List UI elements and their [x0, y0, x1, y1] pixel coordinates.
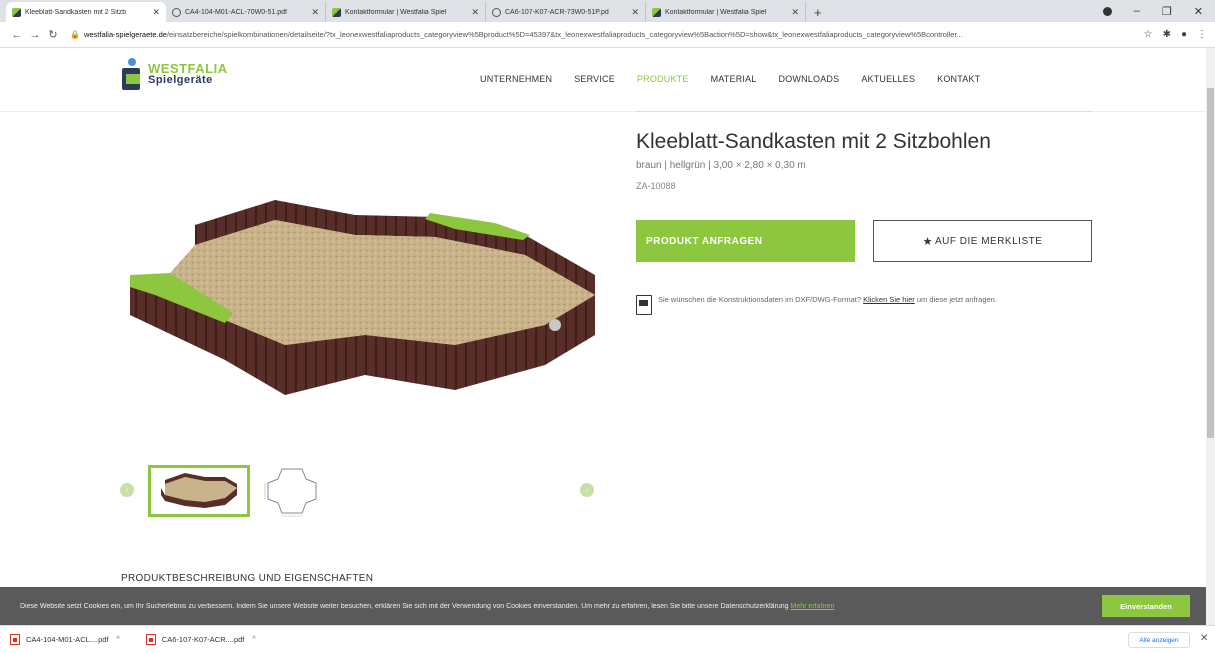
address-bar[interactable]: 🔒 westfalia-spielgeraete.de/einsatzberei…: [70, 26, 1136, 44]
nav-item-material[interactable]: MATERIAL: [711, 74, 757, 84]
thumbnail-drawing-image: [264, 468, 317, 517]
nav-item-unternehmen[interactable]: UNTERNEHMEN: [480, 74, 552, 84]
menu-icon[interactable]: ⋮: [1197, 29, 1207, 40]
chevron-up-icon[interactable]: ^: [252, 636, 255, 643]
dxf-text-before: Sie wünschen die Konstruktionsdaten im D…: [658, 295, 864, 304]
close-download-shelf-icon[interactable]: ✕: [1200, 633, 1208, 644]
download-item[interactable]: CA6-107-K07-ACR....pdf ^: [145, 634, 256, 645]
close-icon[interactable]: ✕: [471, 7, 479, 18]
restore-icon[interactable]: ❐: [1162, 5, 1172, 18]
product-subtitle: braun | hellgrün | 3,00 × 2,80 × 0,30 m: [636, 160, 806, 171]
browser-tab[interactable]: Kontaktformular | Westfalia Spiel ✕: [326, 2, 486, 22]
close-icon[interactable]: ✕: [311, 7, 319, 18]
close-icon[interactable]: ✕: [152, 7, 160, 18]
westfalia-logo[interactable]: WESTFALIA Spielgeräte: [120, 56, 228, 92]
reload-icon[interactable]: ↻: [44, 28, 62, 41]
product-title: Kleeblatt-Sandkasten mit 2 Sitzbohlen: [636, 130, 991, 153]
dxf-text-after: um diese jetzt anfragen.: [914, 295, 997, 304]
back-icon[interactable]: ←: [8, 29, 26, 41]
tab-strip: Kleeblatt-Sandkasten mit 2 Sitzb ✕ CA4-1…: [0, 0, 1215, 22]
dxf-request-link[interactable]: Klicken Sie hier: [863, 295, 915, 304]
nav-item-aktuelles[interactable]: AKTUELLES: [861, 74, 915, 84]
main-navigation: UNTERNEHMEN SERVICE PRODUKTE MATERIAL DO…: [480, 74, 980, 84]
cookie-more-link[interactable]: Mehr erfahren: [791, 603, 835, 610]
scrollbar-thumb[interactable]: [1207, 88, 1214, 438]
download-shelf: CA4-104-M01-ACL....pdf ^ CA6-107-K07-ACR…: [0, 625, 1215, 653]
pdf-icon: [145, 634, 156, 645]
forward-icon[interactable]: →: [26, 29, 44, 41]
lock-icon[interactable]: 🔒: [70, 30, 80, 39]
section-heading: PRODUKTBESCHREIBUNG UND EIGENSCHAFTEN: [121, 573, 374, 584]
minimize-icon[interactable]: –: [1134, 5, 1140, 17]
wishlist-label: AUF DIE MERKLISTE: [934, 235, 1043, 247]
tab-title: Kontaktformular | Westfalia Spiel: [665, 8, 767, 16]
product-image[interactable]: [125, 195, 605, 405]
cookie-accept-button[interactable]: Einverstanden: [1102, 595, 1190, 617]
logo-mark-icon: [120, 56, 144, 92]
bookmark-star-icon[interactable]: ☆: [1144, 29, 1153, 40]
product-sku: ZA-10088: [636, 181, 676, 191]
profile-icon[interactable]: [1102, 6, 1112, 16]
tab-title: Kontaktformular | Westfalia Spiel: [345, 8, 447, 16]
page-scrollbar[interactable]: [1206, 48, 1215, 625]
chevron-up-icon[interactable]: ^: [117, 636, 120, 643]
westfalia-favicon-icon: [332, 7, 341, 17]
cookie-banner: Diese Website setzt Cookies ein, um Ihr …: [0, 587, 1206, 625]
request-product-button[interactable]: PRODUKT ANFRAGEN: [636, 220, 855, 262]
thumbnail-product[interactable]: [148, 465, 250, 517]
browser-toolbar: ← → ↻ 🔒 westfalia-spielgeraete.de/einsat…: [0, 22, 1215, 48]
nav-item-produkte[interactable]: PRODUKTE: [637, 74, 689, 84]
thumbnail-sandbox-image: [161, 473, 237, 508]
divider: [636, 111, 1092, 112]
star-icon: ★: [922, 235, 933, 248]
browser-tab[interactable]: CA6-107-K07-ACR-73W0-51P.pd ✕: [486, 2, 646, 22]
thumbnail-drawing[interactable]: [262, 465, 322, 517]
browser-window: Kleeblatt-Sandkasten mit 2 Sitzb ✕ CA4-1…: [0, 0, 1215, 653]
tab-title: CA4-104-M01-ACL-70W0-51.pdf: [185, 8, 287, 16]
url-host: westfalia-spielgeraete.de: [83, 30, 167, 39]
nav-item-downloads[interactable]: DOWNLOADS: [779, 74, 840, 84]
show-all-downloads-button[interactable]: Alle anzeigen: [1128, 632, 1190, 648]
pdf-icon: [10, 634, 20, 645]
extension-icon[interactable]: ✱: [1163, 29, 1171, 40]
site-header: WESTFALIA Spielgeräte UNTERNEHMEN SERVIC…: [0, 48, 1206, 112]
westfalia-favicon-icon: [652, 7, 661, 17]
thumbnail-prev-button[interactable]: ‹: [120, 483, 134, 497]
westfalia-favicon-icon: [12, 7, 21, 17]
globe-icon: [172, 7, 181, 17]
nav-item-kontakt[interactable]: KONTAKT: [937, 74, 980, 84]
cookie-text: Diese Website setzt Cookies ein, um Ihr …: [20, 602, 791, 610]
add-to-wishlist-button[interactable]: ★ AUF DIE MERKLISTE: [873, 220, 1092, 262]
thumbnail-next-button[interactable]: ›: [580, 483, 594, 497]
account-icon[interactable]: ●: [1181, 29, 1187, 40]
close-icon[interactable]: ✕: [791, 7, 799, 18]
url-path: /einsatzbereiche/spielkombinationen/deta…: [166, 30, 963, 39]
dxf-file-icon: [636, 295, 652, 315]
download-item[interactable]: CA4-104-M01-ACL....pdf ^: [10, 634, 120, 645]
nav-item-service[interactable]: SERVICE: [574, 74, 615, 84]
dxf-request: Sie wünschen die Konstruktionsdaten im D…: [636, 295, 1078, 315]
browser-tab[interactable]: CA4-104-M01-ACL-70W0-51.pdf ✕: [166, 2, 326, 22]
tab-title: CA6-107-K07-ACR-73W0-51P.pd: [505, 8, 609, 16]
globe-icon: [492, 7, 501, 17]
browser-tab[interactable]: Kleeblatt-Sandkasten mit 2 Sitzb ✕: [6, 2, 166, 22]
window-controls: – ❐ ✕: [1102, 0, 1215, 22]
tab-title: Kleeblatt-Sandkasten mit 2 Sitzb: [25, 8, 127, 16]
new-tab-button[interactable]: +: [806, 2, 830, 22]
download-filename: CA4-104-M01-ACL....pdf: [26, 635, 109, 644]
window-close-icon[interactable]: ✕: [1194, 5, 1203, 18]
logo-line2: Spielgeräte: [148, 74, 213, 86]
download-filename: CA6-107-K07-ACR....pdf: [161, 635, 245, 644]
close-icon[interactable]: ✕: [631, 7, 639, 18]
browser-tab[interactable]: Kontaktformular | Westfalia Spiel ✕: [646, 2, 806, 22]
